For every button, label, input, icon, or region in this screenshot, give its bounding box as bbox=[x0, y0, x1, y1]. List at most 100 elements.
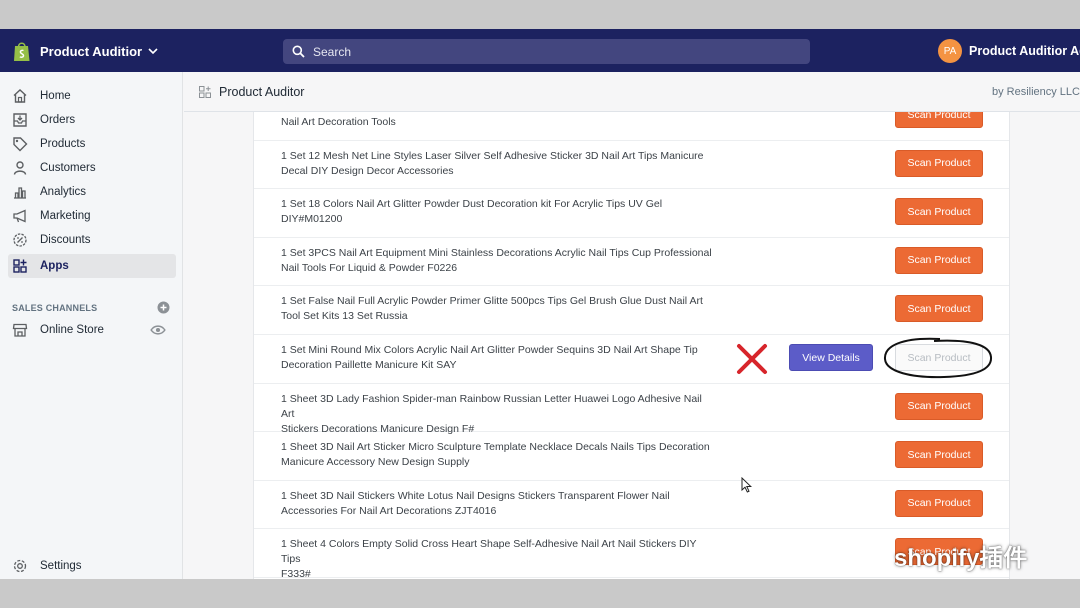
product-title-line: Tool Set Kits 13 Set Russia bbox=[281, 310, 408, 323]
bar-chart-icon bbox=[14, 187, 26, 199]
sidebar-item-label: Products bbox=[40, 138, 86, 150]
sidebar-item-analytics[interactable]: Analytics bbox=[8, 180, 176, 204]
shopify-bag-icon bbox=[14, 42, 30, 61]
product-title: 1 Sheet 4 Colors Empty Solid Cross Heart… bbox=[281, 537, 716, 579]
product-title-line: F333# bbox=[281, 568, 311, 579]
search-placeholder: Search bbox=[313, 44, 352, 59]
megaphone-icon bbox=[13, 209, 26, 223]
sidebar-item-label: Orders bbox=[40, 114, 76, 126]
product-title: 1 Set 18 Colors Nail Art Glitter Powder … bbox=[281, 197, 716, 227]
scan-product-button[interactable]: Scan Product bbox=[895, 295, 983, 323]
product-row: 1 Set 3PCS Nail Art Equipment Mini Stain… bbox=[254, 238, 1009, 287]
product-title-line: 1 Sheet 4 Colors Empty Solid Cross Heart… bbox=[281, 538, 697, 566]
apps-icon bbox=[13, 259, 27, 273]
scan-product-button[interactable]: Scan Product bbox=[895, 392, 983, 420]
page-title: Product Auditor bbox=[219, 85, 305, 99]
sales-channels-heading: SALES CHANNELS bbox=[12, 302, 98, 313]
search-icon bbox=[292, 45, 305, 58]
sidebar-item-settings[interactable]: Settings bbox=[8, 554, 176, 578]
user-menu[interactable]: PA Product Auditior Admin bbox=[938, 39, 1080, 63]
view-details-button[interactable]: View Details bbox=[789, 344, 873, 371]
product-title-line: Decal DIY Design Decor Accessories bbox=[281, 164, 454, 177]
sidebar-item-label: Discounts bbox=[40, 234, 91, 246]
search-input[interactable]: Search bbox=[283, 39, 810, 64]
product-row: 1 Roll 4cm*120m Holographic Starry Sky N… bbox=[254, 112, 1009, 141]
sidebar: Home Orders Products Customers Analytics… bbox=[0, 72, 183, 579]
product-title: 1 Set False Nail Full Acrylic Powder Pri… bbox=[281, 294, 716, 324]
sidebar-item-home[interactable]: Home bbox=[8, 84, 176, 108]
sidebar-item-label: Apps bbox=[40, 260, 69, 272]
app-grid-icon bbox=[199, 86, 211, 98]
sidebar-item-discounts[interactable]: Discounts bbox=[8, 228, 176, 252]
watermark-text: shopify插件 bbox=[894, 545, 1028, 572]
user-name: Product Auditior Admin bbox=[969, 44, 1080, 58]
product-row: 1 Set 18 Colors Nail Art Glitter Powder … bbox=[254, 189, 1009, 238]
scan-product-button[interactable]: Scan Product bbox=[895, 112, 983, 128]
scan-product-button[interactable]: Scan Product bbox=[895, 246, 983, 274]
watermark: shopify插件 bbox=[846, 538, 1027, 573]
home-icon bbox=[13, 89, 27, 103]
scan-product-button[interactable]: Scan Product bbox=[895, 198, 983, 226]
scan-product-button[interactable]: Scan Product bbox=[895, 489, 983, 517]
product-title-line: 1 Sheet 3D Nail Stickers White Lotus Nai… bbox=[281, 489, 670, 502]
eye-icon[interactable] bbox=[150, 322, 166, 338]
product-row: 1 Set Mini Round Mix Colors Acrylic Nail… bbox=[254, 335, 1009, 384]
sidebar-item-label: Online Store bbox=[40, 324, 104, 336]
product-title: 1 Roll 4cm*120m Holographic Starry Sky N… bbox=[281, 112, 716, 130]
product-title: 1 Set 3PCS Nail Art Equipment Mini Stain… bbox=[281, 246, 716, 276]
product-title-line: 1 Set 3PCS Nail Art Equipment Mini Stain… bbox=[281, 246, 712, 259]
sidebar-item-label: Customers bbox=[40, 162, 96, 174]
sidebar-item-customers[interactable]: Customers bbox=[8, 156, 176, 180]
store-icon bbox=[12, 323, 28, 337]
highlight-circle bbox=[883, 337, 992, 379]
product-title-line: Decoration Paillette Manicure Kit SAY bbox=[281, 359, 457, 371]
product-row: 1 Sheet 3D Lady Fashion Spider-man Rainb… bbox=[254, 384, 1009, 435]
mouse-cursor-icon bbox=[741, 477, 752, 493]
product-title-line: 1 Set 12 Mesh Net Line Styles Laser Silv… bbox=[281, 149, 704, 162]
sidebar-item-label: Marketing bbox=[40, 210, 91, 222]
product-title-line: 1 Sheet 3D Lady Fashion Spider-man Rainb… bbox=[281, 392, 702, 420]
sales-channels-header: SALES CHANNELS bbox=[12, 301, 170, 314]
chevron-down-icon bbox=[148, 48, 158, 55]
wechat-logo-icon bbox=[847, 540, 888, 571]
browser-viewport: Product Auditior Search PA Product Audit… bbox=[0, 29, 1080, 579]
sidebar-item-label: Analytics bbox=[40, 186, 87, 198]
store-switcher[interactable]: Product Auditior bbox=[12, 40, 158, 62]
discount-icon bbox=[13, 233, 27, 247]
add-channel-icon[interactable] bbox=[157, 301, 170, 314]
product-row: 1 Sheet 3D Nail Stickers White Lotus Nai… bbox=[254, 481, 1009, 530]
sidebar-item-products[interactable]: Products bbox=[8, 132, 176, 156]
product-title-line: 1 Set False Nail Full Acrylic Powder Pri… bbox=[281, 295, 703, 308]
gear-icon bbox=[13, 559, 27, 573]
product-title-line: Accessories For Nail Art Decorations ZJT… bbox=[281, 504, 497, 517]
product-title-line: Manicure Accessory New Design Supply bbox=[281, 456, 470, 469]
product-row: 1 Sheet 3D Nail Art Sticker Micro Sculpt… bbox=[254, 432, 1009, 481]
product-title-line: Nail Art Decoration Tools bbox=[281, 116, 396, 128]
x-mark-icon bbox=[737, 344, 767, 374]
product-title-line: 1 Set Mini Round Mix Colors Acrylic Nail… bbox=[281, 344, 698, 356]
product-title: 1 Sheet 3D Nail Art Sticker Micro Sculpt… bbox=[281, 440, 716, 470]
product-title: 1 Sheet 3D Lady Fashion Spider-man Rainb… bbox=[281, 392, 716, 437]
scan-product-button[interactable]: Scan Product bbox=[895, 441, 983, 469]
product-title: 1 Set Mini Round Mix Colors Acrylic Nail… bbox=[281, 343, 716, 373]
sidebar-item-marketing[interactable]: Marketing bbox=[8, 204, 176, 228]
top-bar: Product Auditior Search PA Product Audit… bbox=[0, 29, 1080, 72]
tag-icon bbox=[13, 137, 28, 152]
app-header: Product Auditor by Resiliency LLC bbox=[184, 72, 1080, 112]
product-row: 1 Set 12 Mesh Net Line Styles Laser Silv… bbox=[254, 141, 1009, 190]
sidebar-item-label: Home bbox=[40, 90, 71, 102]
product-title-line: Nail Tools For Liquid & Powder F0226 bbox=[281, 261, 458, 274]
product-list: 1 Roll 4cm*120m Holographic Starry Sky N… bbox=[253, 112, 1010, 579]
orders-icon bbox=[13, 113, 27, 127]
product-title: 1 Sheet 3D Nail Stickers White Lotus Nai… bbox=[281, 489, 716, 519]
product-title-line: DIY#M01200 bbox=[281, 213, 343, 226]
person-icon bbox=[13, 161, 27, 175]
sidebar-item-orders[interactable]: Orders bbox=[8, 108, 176, 132]
product-title: 1 Set 12 Mesh Net Line Styles Laser Silv… bbox=[281, 149, 716, 179]
sidebar-item-apps[interactable]: Apps bbox=[8, 254, 176, 278]
sidebar-item-online-store[interactable]: Online Store bbox=[8, 318, 176, 342]
store-name: Product Auditior bbox=[40, 43, 143, 59]
scan-product-button[interactable]: Scan Product bbox=[895, 149, 983, 177]
product-title-line: 1 Sheet 3D Nail Art Sticker Micro Sculpt… bbox=[281, 441, 710, 454]
app-developer-credit: by Resiliency LLC bbox=[991, 86, 1080, 98]
